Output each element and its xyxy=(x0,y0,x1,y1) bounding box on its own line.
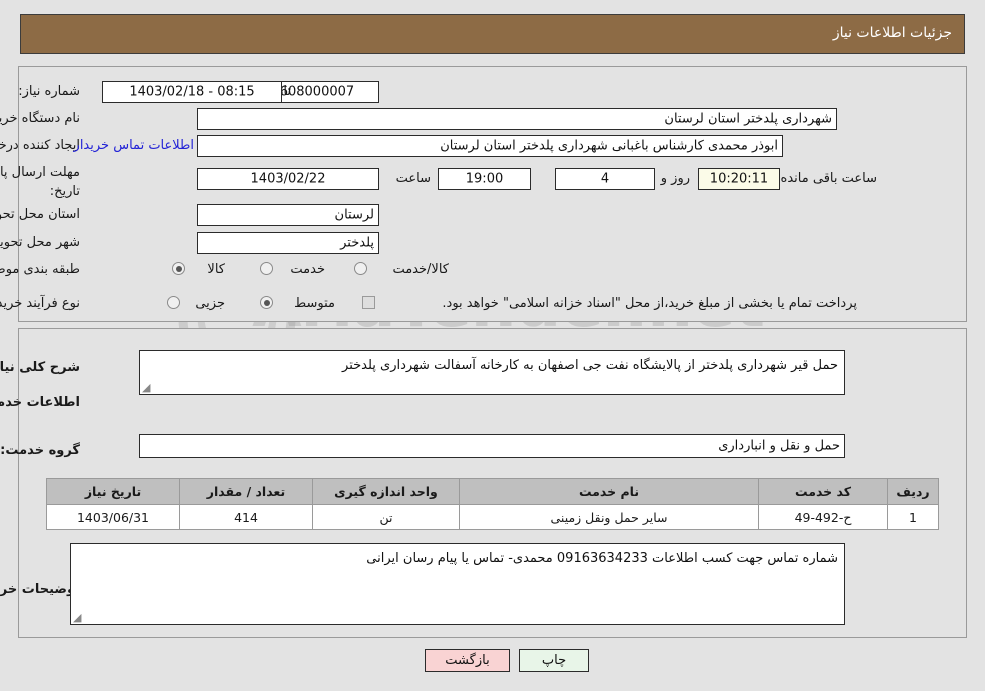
page-title: جزئیات اطلاعات نیاز xyxy=(832,25,952,41)
public-announce-value: 1403/02/18 - 08:15 xyxy=(129,84,255,100)
resize-grip-icon-notes[interactable]: ◢ xyxy=(73,612,83,623)
days-remaining-field: 4 xyxy=(555,168,655,190)
description-textarea[interactable]: حمل قیر شهرداری پلدختر از پالایشگاه نفت … xyxy=(139,350,845,395)
purchase-option-jozee-label: جزیی xyxy=(195,296,225,311)
th-unit: واحد اندازه گیری xyxy=(312,478,460,505)
days-word-label: روز و xyxy=(660,171,690,186)
purchase-option-motavaset-label: متوسط xyxy=(294,296,335,311)
table-row: 1 ح-492-49 سایر حمل ونقل زمینی تن 414 14… xyxy=(46,504,939,530)
public-announce-field: 1403/02/18 - 08:15 xyxy=(102,81,282,103)
th-quantity: تعداد / مقدار xyxy=(179,478,313,505)
time-remaining-value: 10:20:11 xyxy=(709,171,769,187)
requester-label: ایجاد کننده درخواست: xyxy=(0,138,80,153)
service-group-field: حمل و نقل و انبارداری xyxy=(139,434,845,458)
days-remaining-value: 4 xyxy=(600,171,610,187)
radio-purchase-motavaset[interactable] xyxy=(260,296,273,309)
requester-value: ابوذر محمدی کارشناس باغبانی شهرداری پلدخ… xyxy=(440,138,778,154)
category-option-kala-khedmat-label: کالا/خدمت xyxy=(392,262,449,277)
treasury-note-label: پرداخت تمام یا بخشی از مبلغ خرید،از محل … xyxy=(442,296,857,311)
service-group-label: گروه خدمت: xyxy=(0,443,80,458)
deadline-label-line1: مهلت ارسال پاسخ: تا xyxy=(0,165,80,180)
page-root: AriaTender.net جزئیات اطلاعات نیاز شماره… xyxy=(0,0,985,691)
deadline-time-value: 19:00 xyxy=(465,171,504,187)
cell-quantity: 414 xyxy=(179,504,313,530)
resize-grip-icon[interactable]: ◢ xyxy=(142,382,152,393)
purchase-type-label: نوع فرآیند خرید : xyxy=(0,296,80,311)
city-field: پلدختر xyxy=(197,232,379,254)
radio-purchase-jozee[interactable] xyxy=(167,296,180,309)
services-table: ردیف کد خدمت نام خدمت واحد اندازه گیری ت… xyxy=(46,478,939,530)
cell-service-code: ح-492-49 xyxy=(758,504,888,530)
province-field: لرستان xyxy=(197,204,379,226)
category-label: طبقه بندی موضوعی: xyxy=(0,262,80,277)
radio-category-kala[interactable] xyxy=(172,262,185,275)
city-value: پلدختر xyxy=(340,235,374,251)
th-service-name: نام خدمت xyxy=(459,478,759,505)
buyer-org-value: شهرداری پلدختر استان لرستان xyxy=(664,111,832,127)
buyer-org-label: نام دستگاه خریدار: xyxy=(0,111,80,126)
page-header-bar: جزئیات اطلاعات نیاز xyxy=(20,14,965,54)
category-option-kala-label: کالا xyxy=(207,262,225,277)
cell-need-date: 1403/06/31 xyxy=(46,504,180,530)
need-number-label: شماره نیاز: xyxy=(18,84,80,99)
buyer-notes-label: توضیحات خریدار: xyxy=(0,582,80,597)
services-heading: اطلاعات خدمات مورد نیاز xyxy=(0,395,80,410)
province-label: استان محل تحویل: xyxy=(0,207,80,222)
buyer-notes-textarea[interactable]: شماره تماس جهت کسب اطلاعات 09163634233 م… xyxy=(70,543,845,625)
buyer-notes-value: شماره تماس جهت کسب اطلاعات 09163634233 م… xyxy=(366,551,838,566)
description-value: حمل قیر شهرداری پلدختر از پالایشگاه نفت … xyxy=(342,358,838,373)
treasury-checkbox[interactable] xyxy=(362,296,375,309)
need-info-panel xyxy=(18,66,967,322)
service-group-value: حمل و نقل و انبارداری xyxy=(718,438,840,454)
category-option-khedmat-label: خدمت xyxy=(290,262,325,277)
deadline-date-field: 1403/02/22 xyxy=(197,168,379,190)
time-remaining-field: 10:20:11 xyxy=(698,168,780,190)
cell-unit: تن xyxy=(312,504,460,530)
description-label: شرح کلی نیاز: xyxy=(0,360,80,375)
deadline-label-line2: تاریخ: xyxy=(49,184,80,199)
back-button[interactable]: بازگشت xyxy=(425,649,510,672)
table-header-row: ردیف کد خدمت نام خدمت واحد اندازه گیری ت… xyxy=(46,478,939,505)
city-label: شهر محل تحویل: xyxy=(0,235,80,250)
print-button[interactable]: چاپ xyxy=(519,649,589,672)
radio-category-kala-khedmat[interactable] xyxy=(354,262,367,275)
remaining-suffix-label: ساعت باقی مانده xyxy=(780,171,877,186)
buyer-contact-link[interactable]: اطلاعات تماس خریدار xyxy=(74,138,194,153)
deadline-time-field: 19:00 xyxy=(438,168,531,190)
th-row-no: ردیف xyxy=(887,478,939,505)
th-service-code: کد خدمت xyxy=(758,478,888,505)
requester-field: ابوذر محمدی کارشناس باغبانی شهرداری پلدخ… xyxy=(197,135,783,157)
deadline-date-value: 1403/02/22 xyxy=(250,171,326,187)
radio-category-khedmat[interactable] xyxy=(260,262,273,275)
cell-row-no: 1 xyxy=(887,504,939,530)
cell-service-name: سایر حمل ونقل زمینی xyxy=(459,504,759,530)
province-value: لرستان xyxy=(334,207,374,223)
deadline-hour-label: ساعت xyxy=(395,171,431,186)
th-need-date: تاریخ نیاز xyxy=(46,478,180,505)
buyer-org-field: شهرداری پلدختر استان لرستان xyxy=(197,108,837,130)
